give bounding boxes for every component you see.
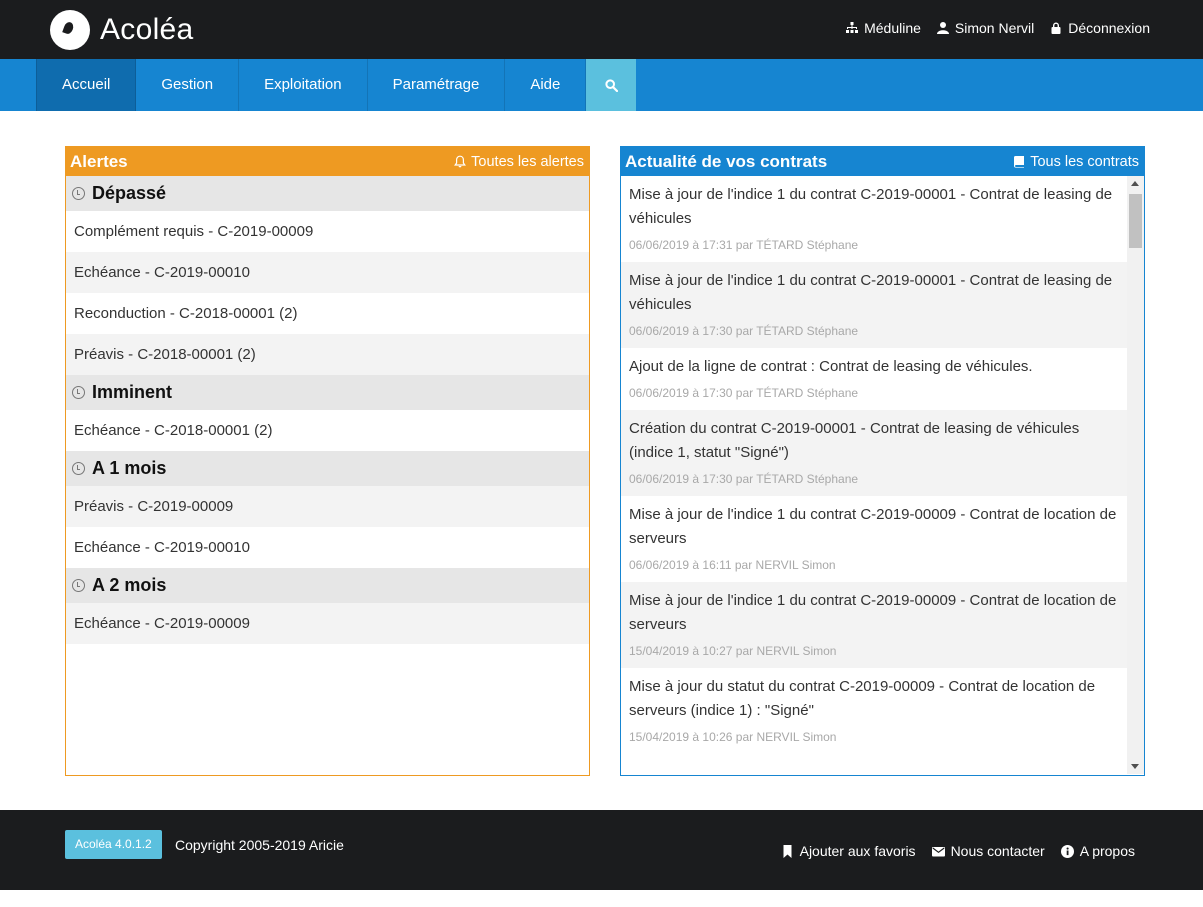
sitemap-icon (846, 22, 859, 33)
scroll-up-arrow-icon[interactable] (1131, 181, 1139, 186)
news-text: Mise à jour du statut du contrat C-2019-… (629, 678, 1096, 719)
clock-icon (72, 579, 85, 592)
add-to-favorites-link[interactable]: Ajouter aux favoris (781, 843, 916, 859)
info-icon (1060, 844, 1074, 858)
alert-item[interactable]: Echéance - C-2019-00009 (66, 603, 589, 644)
bell-icon (454, 155, 467, 168)
news-item[interactable]: Mise à jour de l'indice 1 du contrat C-2… (621, 496, 1127, 582)
alert-group-title: Dépassé (92, 183, 167, 203)
envelope-icon (931, 846, 945, 856)
news-item[interactable]: Mise à jour du statut du contrat C-2019-… (621, 668, 1127, 754)
alert-item[interactable]: Préavis - C-2018-00001 (2) (66, 334, 589, 375)
news-text: Mise à jour de l'indice 1 du contrat C-2… (629, 592, 1117, 633)
contracts-news-list[interactable]: Mise à jour de l'indice 1 du contrat C-2… (621, 176, 1144, 774)
all-contracts-label: Tous les contrats (1030, 153, 1139, 170)
news-meta: 06/06/2019 à 17:30 par TÉTARD Stéphane (629, 324, 859, 338)
news-text: Mise à jour de l'indice 1 du contrat C-2… (629, 506, 1117, 547)
contracts-news-header: Actualité de vos contrats Tous les contr… (621, 147, 1144, 176)
news-text: Mise à jour de l'indice 1 du contrat C-2… (629, 186, 1113, 227)
app-name: Acoléa (100, 13, 194, 46)
news-meta: 15/04/2019 à 10:26 par NERVIL Simon (629, 730, 837, 744)
news-text: Création du contrat C-2019-00001 - Contr… (629, 420, 1080, 461)
search-icon (605, 78, 618, 92)
alert-group-header: Imminent (66, 375, 589, 410)
logout-label: Déconnexion (1068, 20, 1150, 36)
alert-group-header: Dépassé (66, 176, 589, 211)
about-label: A propos (1079, 843, 1135, 859)
user-profile-link[interactable]: Simon Nervil (936, 20, 1035, 36)
news-meta: 06/06/2019 à 17:30 par TÉTARD Stéphane (629, 386, 859, 400)
logo-mark-icon (50, 10, 90, 50)
nav-item-aide[interactable]: Aide (505, 59, 587, 111)
clock-icon (72, 187, 85, 200)
alert-group-header: A 2 mois (66, 568, 589, 603)
version-badge: Acoléa 4.0.1.2 (65, 830, 162, 859)
news-meta: 06/06/2019 à 17:31 par TÉTARD Stéphane (629, 238, 859, 252)
alert-group-title: Imminent (92, 382, 173, 402)
nav-item-exploitation[interactable]: Exploitation (239, 59, 368, 111)
nav-item-parametrage[interactable]: Paramétrage (368, 59, 506, 111)
nav-item-gestion[interactable]: Gestion (136, 59, 240, 111)
contracts-news-title: Actualité de vos contrats (625, 151, 828, 171)
clock-icon (72, 386, 85, 399)
bookmark-icon (783, 844, 792, 858)
organization-label: Méduline (864, 20, 921, 36)
contracts-news-panel: Actualité de vos contrats Tous les contr… (620, 146, 1145, 776)
search-button[interactable] (586, 59, 637, 111)
add-to-favorites-label: Ajouter aux favoris (799, 843, 916, 859)
contact-us-label: Nous contacter (950, 843, 1045, 859)
scroll-down-arrow-icon[interactable] (1131, 764, 1139, 769)
alert-item[interactable]: Préavis - C-2019-00009 (66, 486, 589, 527)
lock-icon (1051, 22, 1061, 34)
alert-item[interactable]: Echéance - C-2019-00010 (66, 252, 589, 293)
news-meta: 06/06/2019 à 17:30 par TÉTARD Stéphane (629, 472, 859, 486)
about-link[interactable]: A propos (1060, 843, 1135, 859)
top-bar: Acoléa Méduline Simon Nervil Déconnexion (0, 0, 1203, 59)
app-logo[interactable]: Acoléa (50, 10, 194, 50)
user-links: Méduline Simon Nervil Déconnexion (846, 20, 1150, 36)
all-alerts-link[interactable]: Toutes les alertes (454, 154, 584, 170)
alerts-panel: Alertes Toutes les alertes Dépassé Compl… (65, 146, 590, 776)
main-nav: Accueil Gestion Exploitation Paramétrage… (36, 59, 637, 111)
alert-item[interactable]: Echéance - C-2019-00010 (66, 527, 589, 568)
alert-item[interactable]: Reconduction - C-2018-00001 (2) (66, 293, 589, 334)
alert-group-header: A 1 mois (66, 451, 589, 486)
alert-item[interactable]: Echéance - C-2018-00001 (2) (66, 410, 589, 451)
contact-us-link[interactable]: Nous contacter (931, 843, 1045, 859)
alerts-title: Alertes (70, 151, 128, 171)
logout-link[interactable]: Déconnexion (1050, 20, 1150, 36)
news-meta: 06/06/2019 à 16:11 par NERVIL Simon (629, 558, 836, 572)
news-text: Mise à jour de l'indice 1 du contrat C-2… (629, 272, 1113, 313)
news-item[interactable]: Mise à jour de l'indice 1 du contrat C-2… (621, 582, 1127, 668)
book-icon (1014, 156, 1025, 168)
news-item[interactable]: Mise à jour de l'indice 1 du contrat C-2… (621, 176, 1127, 262)
news-item[interactable]: Ajout de la ligne de contrat : Contrat d… (621, 348, 1127, 410)
alerts-panel-header: Alertes Toutes les alertes (66, 147, 589, 176)
nav-item-accueil[interactable]: Accueil (36, 59, 137, 111)
footer-links: Ajouter aux favoris Nous contacter A pro… (781, 843, 1135, 859)
alert-item[interactable]: Complément requis - C-2019-00009 (66, 211, 589, 252)
news-text: Ajout de la ligne de contrat : Contrat d… (629, 358, 1033, 375)
news-scrollbar[interactable] (1127, 176, 1144, 774)
news-item[interactable]: Création du contrat C-2019-00001 - Contr… (621, 410, 1127, 496)
footer: Acoléa 4.0.1.2 Copyright 2005-2019 Arici… (0, 810, 1203, 890)
all-alerts-label: Toutes les alertes (471, 153, 584, 170)
copyright-text: Copyright 2005-2019 Aricie (175, 837, 344, 853)
organization-link[interactable]: Méduline (846, 20, 921, 36)
alert-group-title: A 2 mois (92, 575, 167, 595)
alert-group-title: A 1 mois (92, 458, 167, 478)
all-contracts-link[interactable]: Tous les contrats (1013, 154, 1139, 170)
main-nav-bar: Accueil Gestion Exploitation Paramétrage… (0, 59, 1203, 111)
clock-icon (72, 462, 85, 475)
user-icon (936, 22, 949, 34)
user-name: Simon Nervil (954, 20, 1035, 36)
news-meta: 15/04/2019 à 10:27 par NERVIL Simon (629, 644, 837, 658)
news-item[interactable]: Mise à jour de l'indice 1 du contrat C-2… (621, 262, 1127, 348)
scroll-thumb[interactable] (1129, 194, 1142, 248)
